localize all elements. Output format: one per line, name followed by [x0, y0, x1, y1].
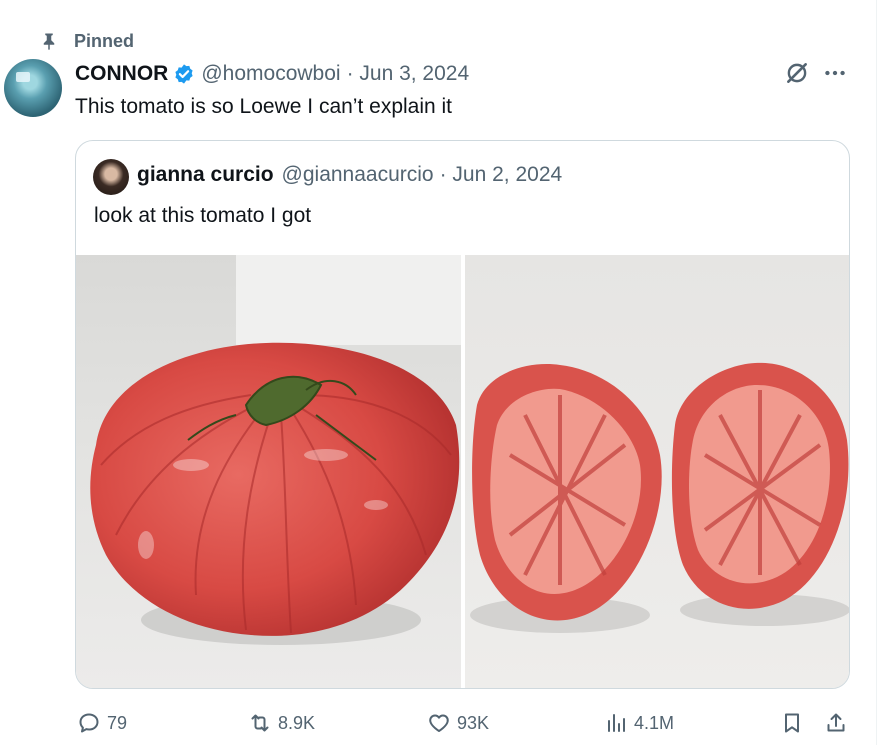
media-grid — [76, 255, 849, 688]
tomato-halves-image[interactable] — [465, 255, 849, 688]
author-handle[interactable]: @homocowboi — [201, 62, 340, 86]
author-name[interactable]: CONNOR — [75, 62, 168, 86]
share-icon — [827, 713, 845, 732]
pinned-indicator: Pinned — [40, 30, 134, 52]
quoted-tweet-header: gianna curcio @giannaacurcio · Jun 2, 20… — [137, 163, 562, 187]
quoted-author-avatar[interactable] — [93, 159, 129, 195]
tweet-header: CONNOR @homocowboi · Jun 3, 2024 — [75, 60, 469, 88]
repost-icon — [251, 714, 269, 732]
reply-button[interactable]: 79 — [77, 707, 127, 739]
quoted-tweet-date[interactable]: · Jun 2, 2024 — [440, 163, 563, 187]
tweet-top-actions — [784, 60, 848, 86]
author-avatar[interactable] — [4, 59, 62, 117]
views-chart-icon — [608, 714, 625, 732]
action-bar: 79 8.9K 93K 4.1M — [77, 707, 857, 739]
verified-badge-icon[interactable] — [173, 63, 195, 85]
quoted-tweet[interactable]: gianna curcio @giannaacurcio · Jun 2, 20… — [75, 140, 850, 689]
heart-icon — [429, 714, 449, 732]
quoted-author-handle[interactable]: @giannaacurcio — [282, 163, 434, 187]
tweet-date[interactable]: · Jun 3, 2024 — [347, 62, 470, 86]
views-button[interactable]: 4.1M — [604, 707, 674, 739]
quoted-tweet-text: look at this tomato I got — [94, 204, 312, 227]
repost-count: 8.9K — [278, 712, 316, 733]
like-button[interactable]: 93K — [427, 707, 489, 739]
timeline-divider — [876, 0, 877, 745]
share-button[interactable] — [824, 707, 854, 739]
pin-icon — [43, 33, 55, 50]
repost-button[interactable]: 8.9K — [248, 707, 315, 739]
like-count: 93K — [457, 712, 490, 733]
bookmark-button[interactable] — [780, 707, 810, 739]
grok-icon[interactable] — [784, 60, 810, 86]
tomato-whole-image[interactable] — [76, 255, 461, 688]
pinned-label: Pinned — [74, 30, 135, 51]
quoted-author-name[interactable]: gianna curcio — [137, 163, 274, 187]
views-count: 4.1M — [634, 712, 675, 733]
more-options-icon[interactable] — [822, 60, 848, 86]
reply-icon — [79, 713, 99, 733]
tweet-text: This tomato is so Loewe I can’t explain … — [75, 95, 453, 118]
bookmark-icon — [785, 713, 799, 733]
reply-count: 79 — [107, 712, 128, 733]
